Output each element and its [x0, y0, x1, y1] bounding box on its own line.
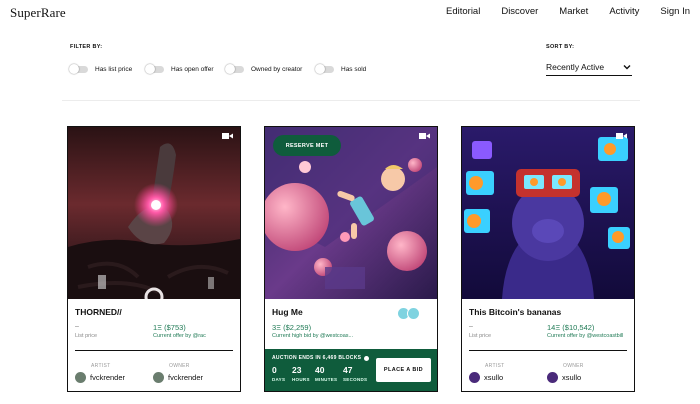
artist[interactable]: fvckrender — [75, 372, 125, 383]
artwork-image[interactable] — [68, 127, 240, 299]
toggle-label: Has sold — [341, 65, 367, 73]
avatar[interactable] — [407, 307, 420, 320]
countdown-seconds: 47 SECONDS — [343, 365, 368, 382]
artist-label: ARTIST — [91, 363, 111, 369]
nav-market[interactable]: Market — [559, 6, 588, 17]
info-icon[interactable] — [364, 355, 370, 361]
toggle-has-open-offer[interactable]: Has open offer — [145, 64, 214, 74]
owner-label: OWNER — [563, 363, 584, 369]
artist-label: ARTIST — [485, 363, 505, 369]
toggle-has-sold[interactable]: Has sold — [315, 64, 367, 74]
current-offer-price: 14Ξ ($10,542) — [547, 323, 595, 332]
artwork-card[interactable]: THORNED// – List price 1Ξ ($753) Current… — [67, 126, 241, 392]
auction-header: AUCTION ENDS IN 6,469 BLOCKS — [272, 355, 370, 361]
owner-name: xsullo — [562, 373, 582, 382]
place-bid-button[interactable]: PLACE A BID — [376, 358, 431, 382]
high-bid-price: 3Ξ ($2,259) — [272, 323, 312, 332]
auction-panel: AUCTION ENDS IN 6,469 BLOCKS 0 DAYS 23 HOU… — [265, 349, 437, 391]
list-price-value: – — [469, 323, 473, 330]
sort-value: Recently Active — [546, 61, 605, 72]
current-offer-label: Current offer by @westcoastbill — [547, 333, 624, 339]
toggle-label: Has list price — [95, 65, 133, 73]
nav-discover[interactable]: Discover — [501, 6, 538, 17]
toggle-label: Owned by creator — [251, 65, 303, 73]
bidder-avatars[interactable] — [397, 307, 420, 320]
artwork-title[interactable]: THORNED// — [75, 307, 122, 317]
list-price-label: List price — [469, 333, 492, 339]
owner-label: OWNER — [169, 363, 190, 369]
countdown-minutes: 40 MINUTES — [315, 365, 338, 382]
list-price-value: – — [75, 323, 79, 330]
top-nav: Editorial Discover Market Activity Sign … — [425, 6, 690, 17]
artwork-card[interactable]: This Bitcoin's bananas – List price 14Ξ … — [461, 126, 635, 392]
toggle-switch[interactable] — [145, 64, 164, 74]
current-offer-price: 1Ξ ($753) — [153, 323, 186, 332]
video-icon — [419, 133, 430, 139]
chevron-down-icon — [623, 64, 631, 69]
avatar — [75, 372, 86, 383]
filter-by-label: FILTER BY: — [70, 44, 103, 50]
owner[interactable]: fvckrender — [153, 372, 203, 383]
reserve-met-badge: RESERVE MET — [273, 135, 341, 156]
artwork-card[interactable]: RESERVE MET Hug Me 3Ξ ($2,259) Current h… — [264, 126, 438, 392]
card-divider — [75, 350, 233, 351]
artist[interactable]: xsullo — [469, 372, 503, 383]
countdown-hours: 23 HOURS — [292, 365, 310, 382]
current-offer-label: Current offer by @rac — [153, 333, 206, 339]
nav-activity[interactable]: Activity — [609, 6, 639, 17]
artwork-image[interactable]: RESERVE MET — [265, 127, 437, 299]
artwork-title[interactable]: This Bitcoin's bananas — [469, 307, 561, 317]
artist-name: xsullo — [484, 373, 504, 382]
toggle-switch[interactable] — [69, 64, 88, 74]
sort-select[interactable]: Recently Active — [546, 58, 632, 76]
sort-by-label: SORT BY: — [546, 44, 575, 50]
avatar — [153, 372, 164, 383]
artwork-image[interactable] — [462, 127, 634, 299]
video-icon — [616, 133, 627, 139]
logo[interactable]: SuperRare — [10, 5, 66, 21]
toggle-switch[interactable] — [315, 64, 334, 74]
auction-ends-label: AUCTION ENDS IN 6,469 BLOCKS — [272, 355, 362, 361]
artwork-title[interactable]: Hug Me — [272, 307, 303, 317]
owner-name: fvckrender — [168, 373, 204, 382]
divider — [62, 100, 640, 101]
video-icon — [222, 133, 233, 139]
avatar — [469, 372, 480, 383]
owner[interactable]: xsullo — [547, 372, 581, 383]
high-bid-label: Current high bid by @westcoas... — [272, 333, 354, 339]
nav-sign-in[interactable]: Sign In — [660, 6, 690, 17]
toggle-owned-by-creator[interactable]: Owned by creator — [225, 64, 303, 74]
card-divider — [469, 350, 627, 351]
toggle-has-list-price[interactable]: Has list price — [69, 64, 133, 74]
countdown-days: 0 DAYS — [272, 365, 286, 382]
list-price-label: List price — [75, 333, 98, 339]
avatar — [547, 372, 558, 383]
toggle-label: Has open offer — [171, 65, 214, 73]
nav-editorial[interactable]: Editorial — [446, 6, 480, 17]
artist-name: fvckrender — [90, 373, 126, 382]
toggle-switch[interactable] — [225, 64, 244, 74]
